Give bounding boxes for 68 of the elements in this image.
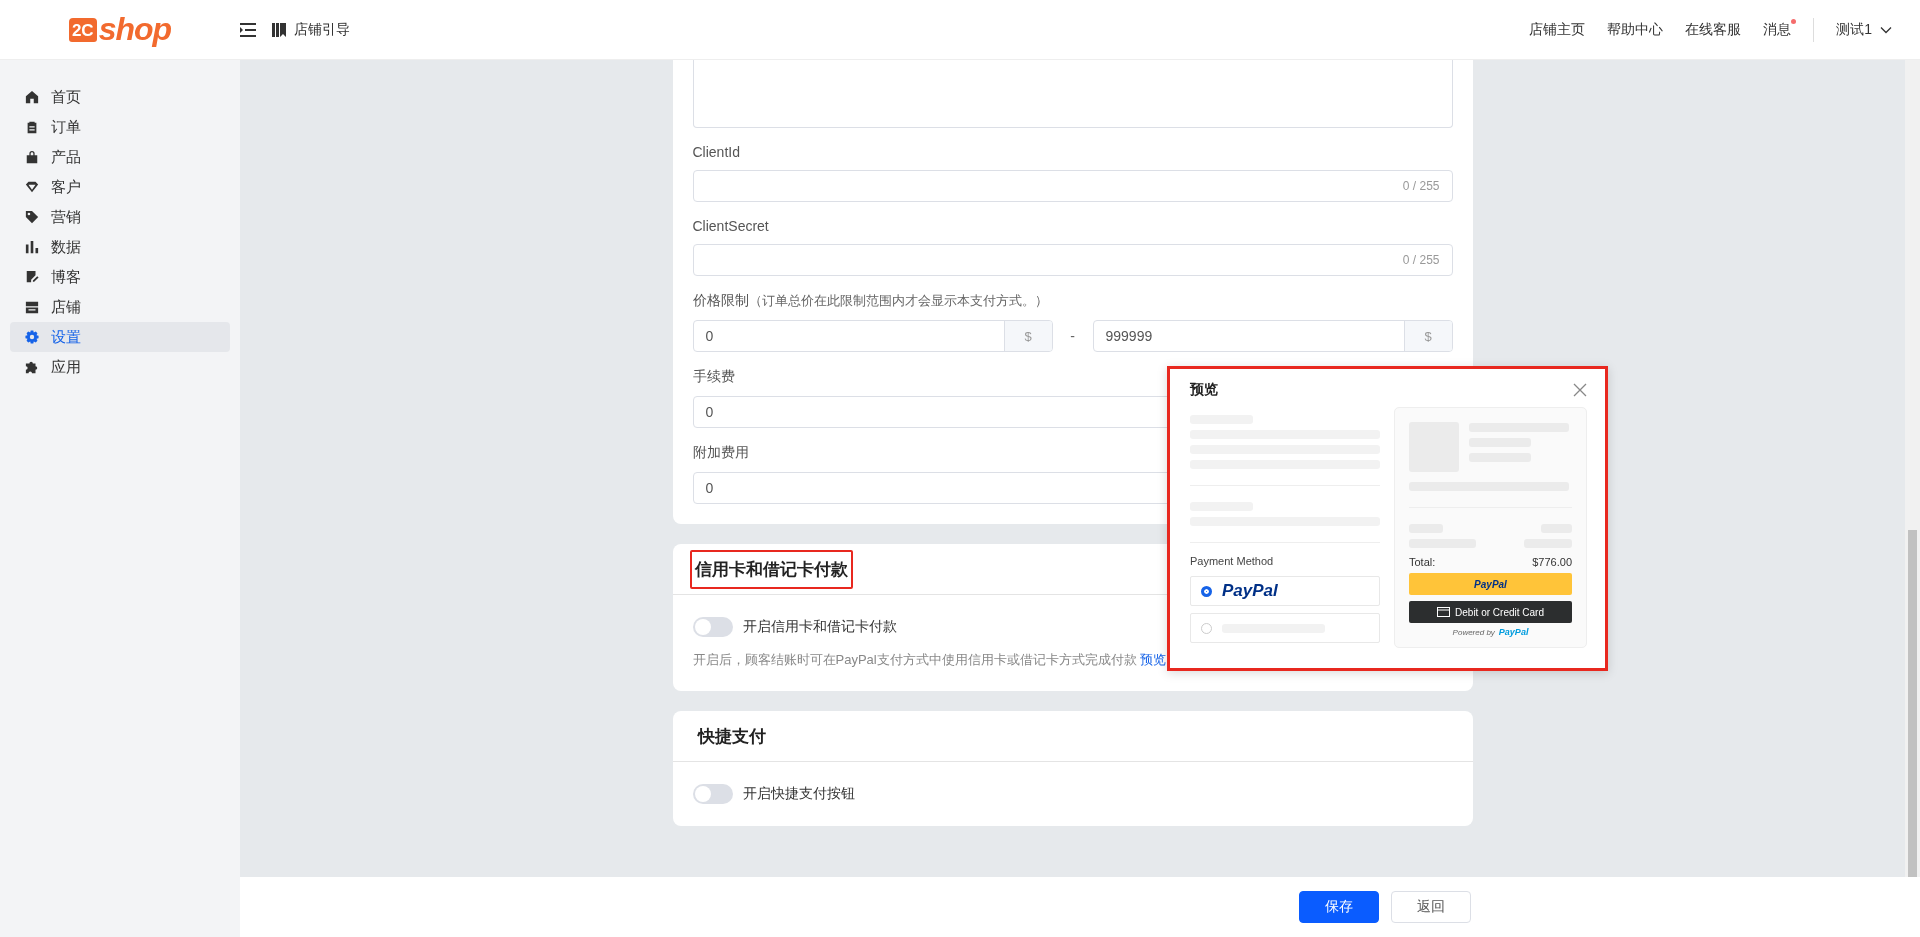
paypal-button[interactable]: PayPal (1409, 573, 1572, 595)
caret-icon[interactable] (1880, 25, 1892, 34)
credit-card-icon (1437, 607, 1451, 617)
payment-option[interactable] (1190, 613, 1380, 643)
toggle-switch[interactable] (692, 784, 733, 804)
scrollbar[interactable] (1905, 60, 1920, 877)
paypal-logo: PayPal (1498, 627, 1529, 637)
store-icon (25, 300, 39, 314)
header-link[interactable]: 帮助中心 (1607, 20, 1664, 39)
character-counter: 0 / 255 (1402, 179, 1440, 193)
sidebar-item[interactable]: 店铺 (10, 292, 230, 322)
bag-icon (25, 150, 39, 164)
payment-method-label: Payment Method (1190, 555, 1275, 567)
sidebar-item[interactable]: 应用 (10, 352, 230, 382)
preview-link[interactable]: 预览 (1140, 652, 1167, 667)
save-button[interactable]: 保存 (1299, 891, 1379, 923)
sidebar-item[interactable]: 营销 (10, 202, 230, 232)
section-title: 快捷支付 (696, 725, 767, 748)
sidebar-item[interactable]: 客户 (10, 172, 230, 202)
puzzle-icon (25, 360, 39, 374)
header-link[interactable]: 店铺主页 (1529, 20, 1586, 39)
close-icon[interactable] (1573, 383, 1587, 397)
card-button[interactable]: Debit or Credit Card (1409, 601, 1572, 623)
field-label: ClientSecret (692, 218, 769, 234)
header-link[interactable]: 在线客服 (1685, 20, 1742, 39)
sidebar-item[interactable]: 设置 (10, 322, 230, 352)
payment-option[interactable]: PayPal (1190, 576, 1380, 606)
toggle-label: 开启信用卡和借记卡付款 (742, 618, 897, 636)
sidebar-item[interactable]: 首页 (10, 82, 230, 112)
input-field[interactable]: 0 $ (692, 320, 1053, 352)
total-amount: $776.00 (1532, 556, 1572, 568)
menu-icon[interactable] (240, 22, 256, 37)
messages-link[interactable]: 消息 (1763, 20, 1792, 39)
total-label: Total: (1409, 556, 1436, 568)
range-separator: - (1069, 328, 1076, 344)
toggle-switch[interactable] (692, 617, 733, 637)
chart-icon (25, 240, 39, 254)
currency-unit: $ (1003, 321, 1052, 351)
input-field[interactable]: 999999 $ (1092, 320, 1453, 352)
field-label: ClientId (692, 144, 740, 160)
sidebar-item[interactable]: 数据 (10, 232, 230, 262)
home-icon (25, 90, 39, 104)
sidebar-item[interactable]: 博客 (10, 262, 230, 292)
settings-icon (25, 330, 39, 344)
guide-link[interactable]: 店铺引导 (294, 20, 350, 39)
book-icon[interactable] (272, 22, 286, 37)
field-label: 手续费 (692, 368, 735, 386)
logo-text: shop (98, 11, 172, 48)
sidebar-item[interactable]: 产品 (10, 142, 230, 172)
powered-by-text: Powered by (1452, 627, 1495, 637)
user-menu[interactable]: 测试1 (1836, 20, 1872, 39)
section-title: 信用卡和借记卡付款 (689, 549, 853, 589)
paypal-logo: PayPal (1222, 581, 1278, 601)
currency-unit: $ (1403, 321, 1452, 351)
popup-title: 预览 (1190, 381, 1218, 399)
logo-mark: 2C (68, 17, 97, 42)
character-counter: 0 / 255 (1402, 253, 1440, 267)
edit-icon (25, 270, 39, 284)
radio-button[interactable] (1201, 585, 1212, 597)
back-button[interactable]: 返回 (1391, 891, 1471, 923)
sidebar-item[interactable]: 订单 (10, 112, 230, 142)
diamond-icon (25, 180, 39, 194)
field-label: 价格限制（订单总价在此限制范围内才会显示本支付方式。） (692, 292, 1048, 310)
toggle-label: 开启快捷支付按钮 (742, 785, 855, 803)
tag-icon (25, 210, 39, 224)
text-area[interactable] (692, 60, 1453, 128)
field-label: 附加费用 (692, 444, 749, 462)
clipboard-icon (25, 120, 39, 134)
